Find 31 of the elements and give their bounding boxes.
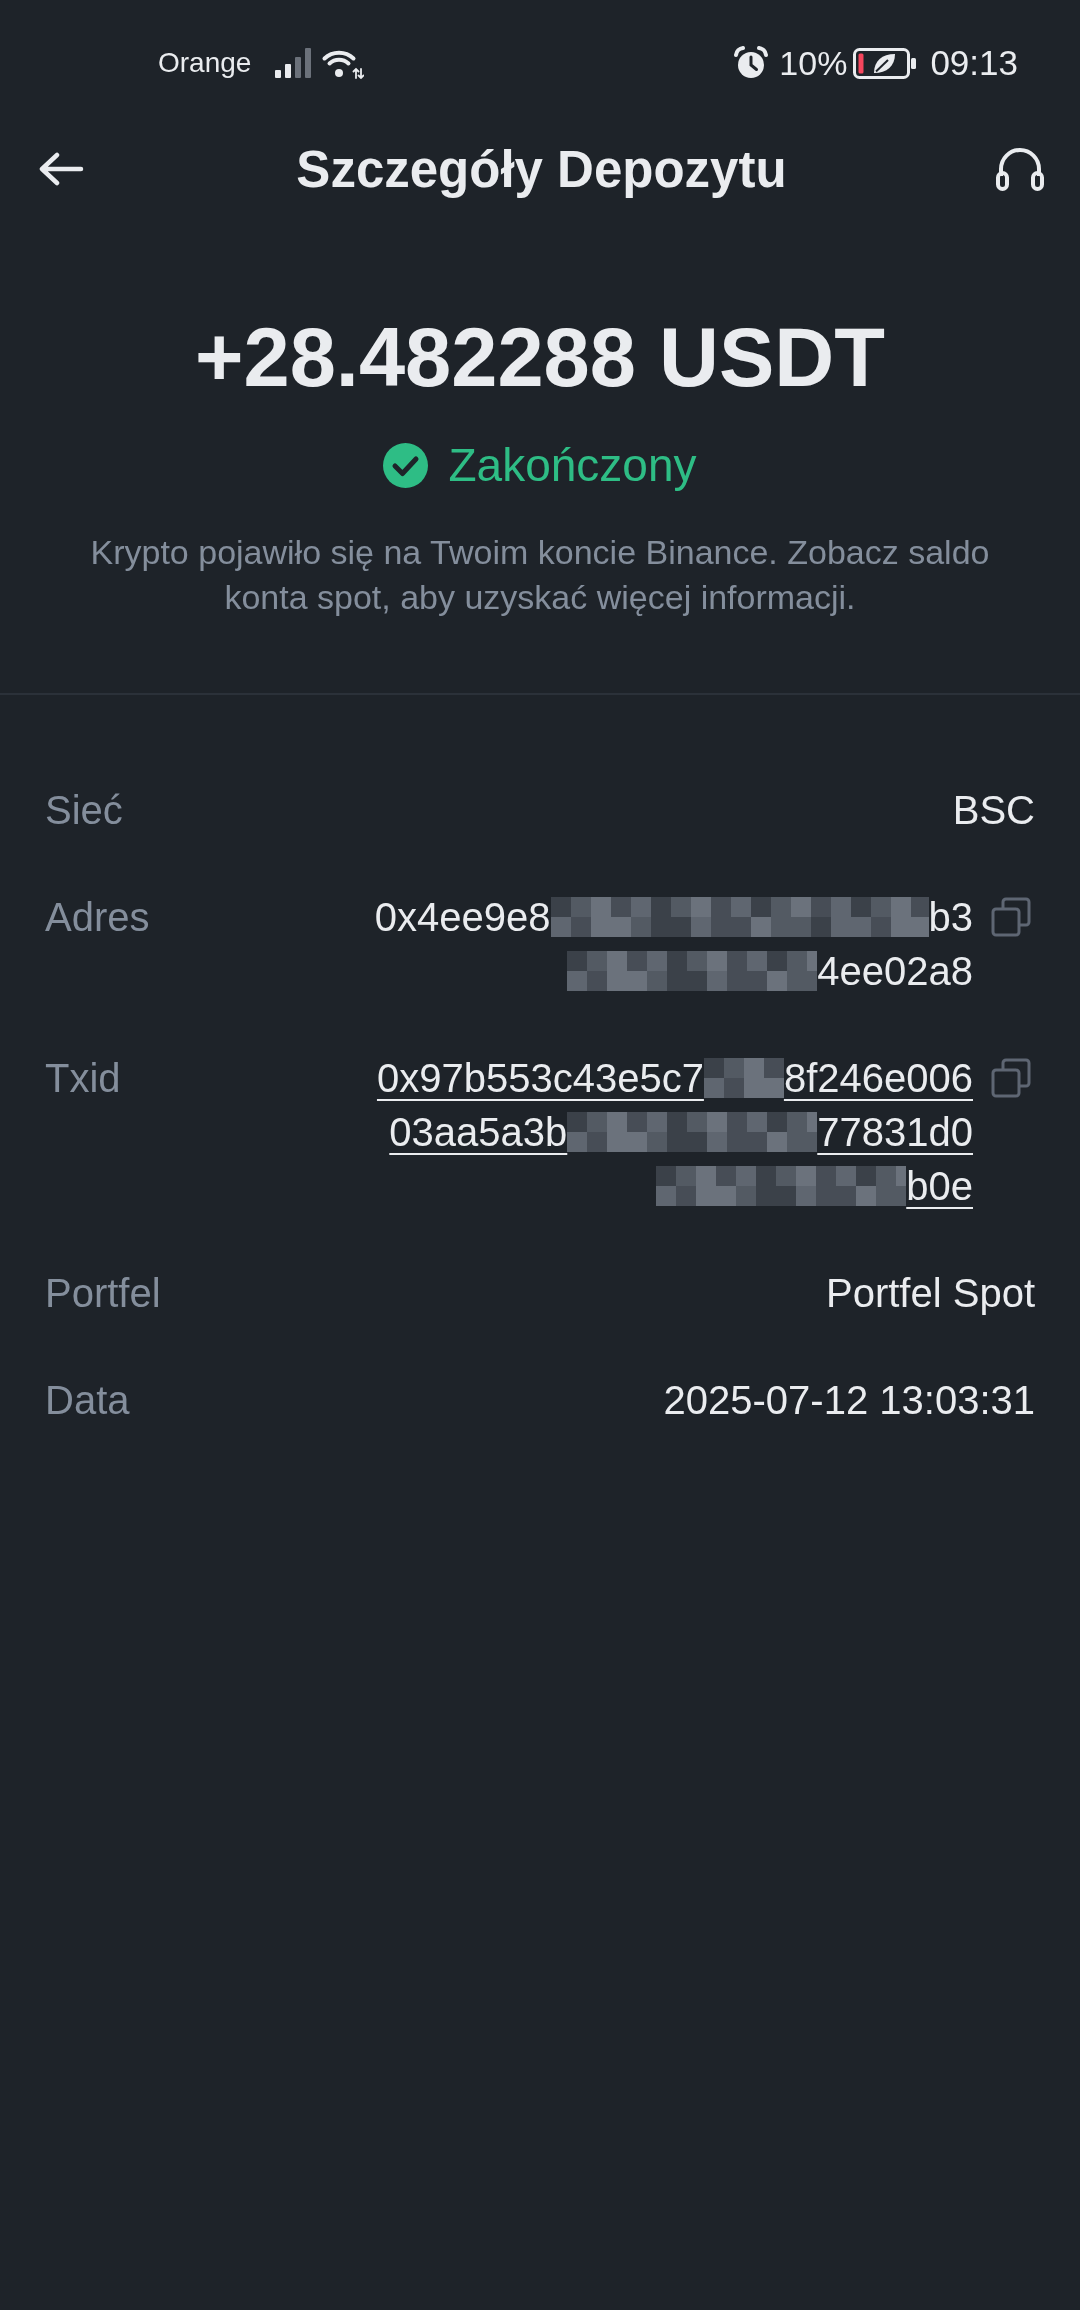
detail-label: Data bbox=[45, 1377, 130, 1424]
battery-percentage: 10% bbox=[779, 43, 848, 83]
txid-link[interactable]: b0e bbox=[906, 1159, 973, 1213]
txid-link[interactable]: 03aa5a3b bbox=[389, 1105, 568, 1159]
detail-label: Txid bbox=[45, 1055, 121, 1102]
back-arrow-icon[interactable] bbox=[38, 152, 84, 186]
copy-icon[interactable] bbox=[991, 897, 1031, 937]
alarm-clock-icon bbox=[733, 46, 770, 80]
carrier-name: Orange bbox=[158, 47, 252, 79]
address-text: 4ee02a8 bbox=[817, 948, 973, 995]
copy-icon[interactable] bbox=[991, 1058, 1031, 1098]
clock-time: 09:13 bbox=[930, 43, 1018, 83]
detail-label: Portfel bbox=[45, 1270, 161, 1317]
signal-strength-icon bbox=[275, 48, 312, 78]
txid-link[interactable]: 0x97b553c43e5c7 bbox=[376, 1051, 704, 1105]
txid-link[interactable]: 8f246e006 bbox=[783, 1051, 973, 1105]
battery-icon bbox=[853, 47, 917, 79]
detail-value: Portfel Spot bbox=[826, 1270, 1035, 1317]
headset-icon[interactable] bbox=[995, 146, 1045, 192]
detail-value: 2025-07-12 13:03:31 bbox=[663, 1377, 1035, 1424]
page-title: Szczegóły Depozytu bbox=[296, 139, 787, 199]
info-text: Krypto pojawiło się na Twoim koncie Binance. Zobacz saldo konta spot, aby uzyskać więcej informacji. bbox=[89, 532, 991, 618]
check-circle-icon bbox=[383, 442, 429, 488]
address-text: 0x4ee9e8 bbox=[374, 894, 551, 941]
deposit-amount: +28.482288 USDT bbox=[195, 310, 885, 406]
detail-value: BSC bbox=[952, 787, 1035, 834]
detail-label: Adres bbox=[45, 894, 150, 941]
detail-label: Sieć bbox=[45, 787, 123, 834]
txid-link[interactable]: 77831d0 bbox=[817, 1105, 973, 1159]
address-text: b3 bbox=[928, 894, 973, 941]
status-text: Zakończony bbox=[448, 438, 697, 492]
